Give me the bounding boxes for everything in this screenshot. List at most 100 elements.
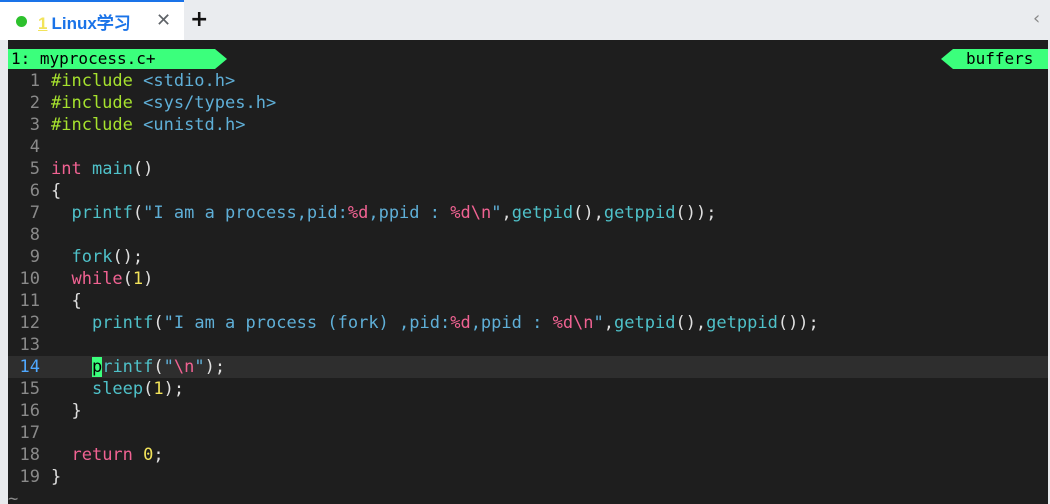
code-line[interactable]: 14 printf("\n"); (8, 356, 1048, 378)
code-line[interactable]: 4 (8, 136, 1048, 158)
code-line[interactable]: 13 (8, 334, 1048, 356)
code-token: , (603, 313, 615, 333)
code-token: (), (675, 313, 707, 333)
code-line[interactable]: 9 fork(); (8, 246, 1048, 268)
code-token: ( (132, 203, 144, 223)
code-token: #include (51, 93, 144, 113)
code-line[interactable]: 1 #include <stdio.h> (8, 70, 1048, 92)
code-token: <stdio.h> (143, 71, 236, 91)
code-line[interactable]: 10 while(1) (8, 268, 1048, 290)
code-token: #include (51, 71, 144, 91)
code-token: } (51, 401, 82, 421)
line-number: 10 (19, 269, 40, 289)
code-token: 0 (143, 445, 154, 465)
code-token: ,ppid : (368, 203, 451, 223)
code-text: #include <sys/types.h> (51, 92, 276, 114)
code-line[interactable]: 3 #include <unistd.h> (8, 114, 1048, 136)
line-number: 4 (29, 137, 40, 157)
code-token: printf (91, 313, 154, 333)
tab-number: 1 (38, 13, 48, 33)
code-token: ; (153, 445, 164, 465)
code-text: sleep(1); (51, 378, 184, 400)
line-number: 1 (29, 71, 40, 91)
code-token: ( (122, 269, 133, 289)
code-token: ,ppid : (470, 313, 553, 333)
code-token: ( (153, 313, 164, 333)
code-line[interactable]: 12 printf("I am a process (fork) ,pid:%d… (8, 312, 1048, 334)
code-line[interactable]: 15 sleep(1); (8, 378, 1048, 400)
code-token: return (71, 445, 144, 465)
tab-linux-study[interactable]: 1 Linux学习 ✕ (0, 0, 184, 40)
code-line[interactable]: 5 int main() (8, 158, 1048, 180)
close-tab-icon[interactable]: ✕ (156, 10, 171, 32)
line-number: 11 (19, 291, 40, 311)
line-number: 13 (19, 335, 40, 355)
line-number: 16 (19, 401, 40, 421)
line-number: 14 (19, 357, 40, 377)
code-line[interactable]: 17 (8, 422, 1048, 444)
code-text: { (51, 290, 82, 312)
code-line[interactable]: 11 { (8, 290, 1048, 312)
current-buffer-tab[interactable]: 1: myprocess.c+ (8, 49, 215, 69)
code-line[interactable]: 6{ (8, 180, 1048, 202)
line-number: 12 (19, 313, 40, 333)
code-line[interactable]: 7 printf("I am a process,pid:%d,ppid : %… (8, 202, 1048, 224)
code-line[interactable]: 16 } (8, 400, 1048, 422)
code-token: " (194, 357, 205, 377)
code-line[interactable]: 18 return 0; (8, 444, 1048, 466)
buffers-label: buffers (953, 49, 1048, 69)
code-token: ()); (675, 203, 717, 223)
terminal-left-frame (0, 40, 8, 504)
tab-title: 1 Linux学习 (38, 9, 131, 34)
empty-line-marker: ~ (8, 489, 19, 504)
line-number: 3 (29, 115, 40, 135)
code-line[interactable]: 2 #include <sys/types.h> (8, 92, 1048, 114)
line-number: 2 (29, 93, 40, 113)
tab-bar: 1 Linux学习 ✕ + ‹ (0, 0, 1050, 40)
code-token: ( (153, 357, 164, 377)
line-number: 7 (29, 203, 40, 223)
code-token: ) (143, 269, 154, 289)
code-token: %d (450, 313, 471, 333)
code-text: } (51, 400, 82, 422)
code-token: %d\n (450, 203, 492, 223)
code-token: , (501, 203, 512, 223)
new-tab-button[interactable]: + (190, 7, 208, 33)
code-token: printf (71, 203, 133, 223)
code-text: printf("\n"); (51, 356, 225, 378)
line-number: 5 (29, 159, 40, 179)
code-token: 1 (153, 379, 164, 399)
code-token: rintf (102, 357, 154, 377)
line-number: 17 (19, 423, 40, 443)
code-editor[interactable]: 1 #include <stdio.h> 2 #include <sys/types.… (8, 70, 1048, 504)
code-token: %d (347, 203, 369, 223)
code-token: ( (143, 379, 154, 399)
code-text: printf("I am a process (fork) ,pid:%d,pp… (51, 312, 819, 334)
code-token: { (51, 291, 82, 311)
code-line[interactable]: 8 (8, 224, 1048, 246)
code-token: 1 (132, 269, 144, 289)
code-line[interactable]: 19} (8, 466, 1048, 488)
code-token: () (132, 159, 154, 179)
code-token: #include (51, 115, 144, 135)
vim-buffer-line: 1: myprocess.c+ buffers (8, 47, 1048, 69)
code-token: { (51, 181, 62, 201)
tab-overflow-chevron-icon[interactable]: ‹ (1033, 8, 1040, 30)
code-token: int (51, 159, 92, 179)
code-token: (); (112, 247, 144, 267)
line-number: 19 (19, 467, 40, 487)
code-token: main (91, 159, 133, 179)
buffer-tab-arrow-icon (215, 49, 227, 69)
code-token: getppid (603, 203, 676, 223)
code-token: ); (163, 379, 185, 399)
connection-status-icon (16, 15, 27, 27)
code-token: ()); (777, 313, 819, 333)
text-cursor: p (91, 357, 103, 377)
code-token: " (491, 203, 502, 223)
code-text: #include <stdio.h> (51, 70, 235, 92)
code-token: fork (71, 247, 113, 267)
